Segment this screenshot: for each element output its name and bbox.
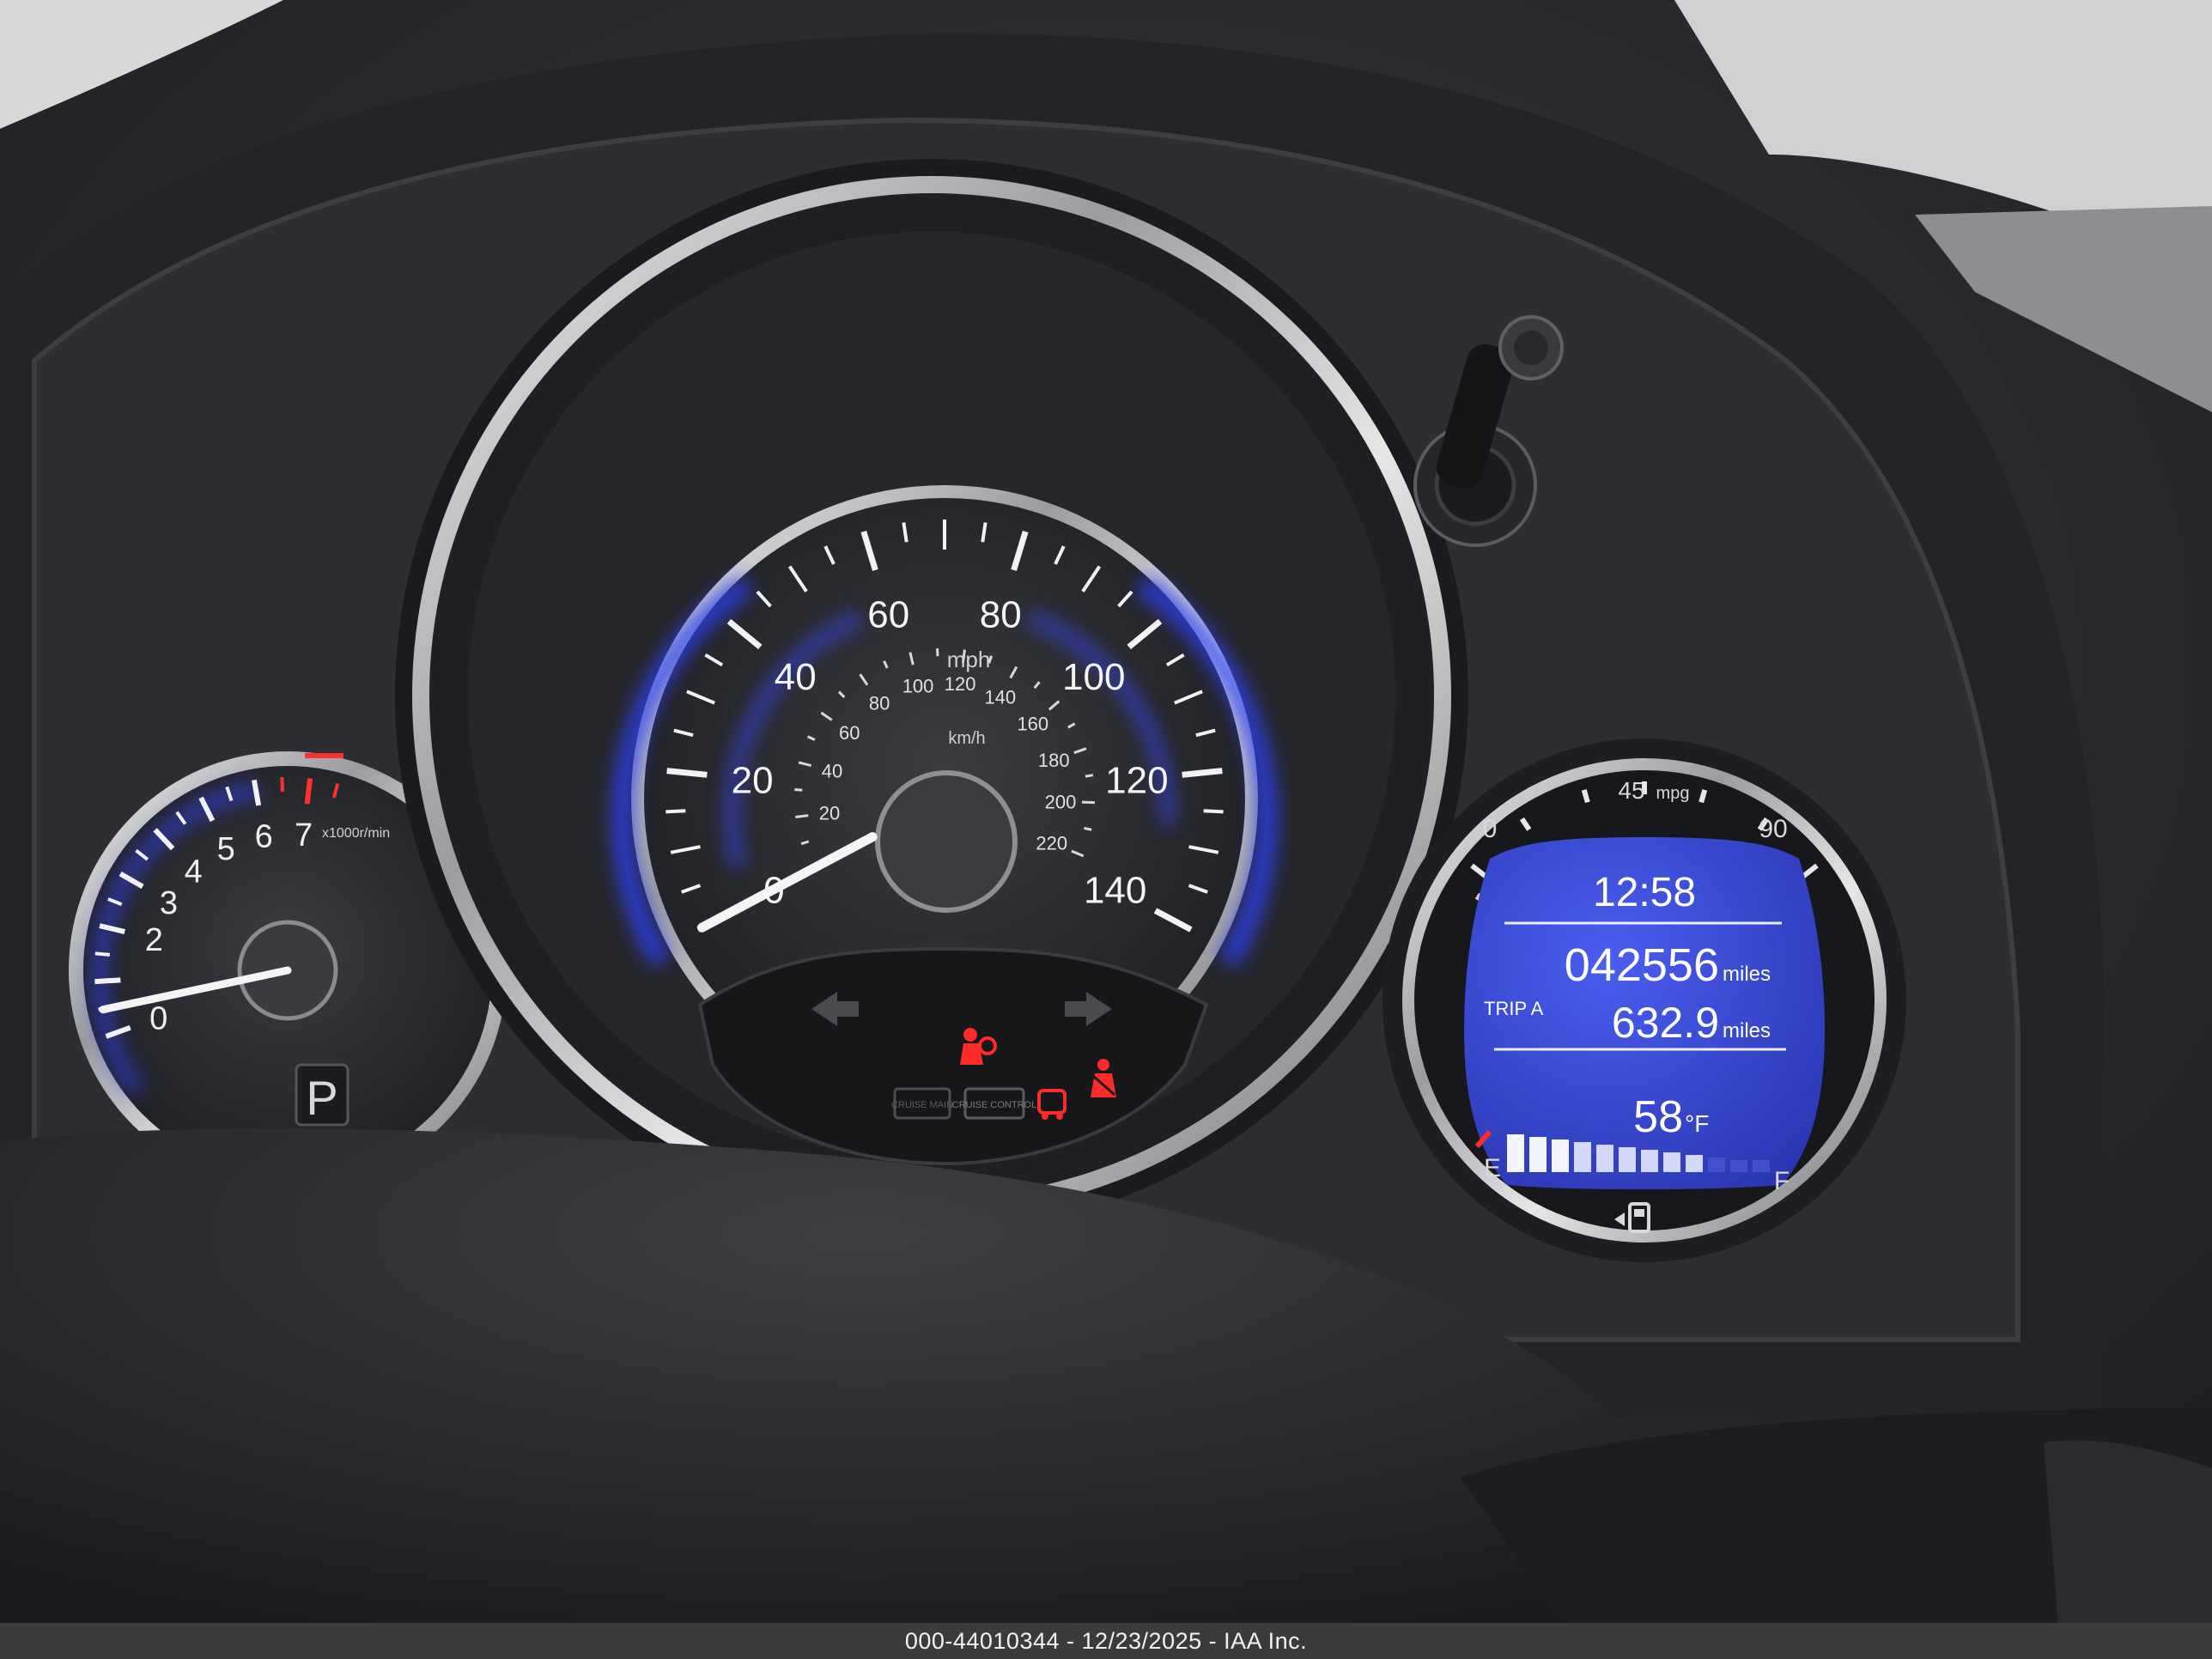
mph-label: 140: [1084, 870, 1146, 912]
trip-label: TRIP A: [1484, 998, 1544, 1019]
gear-position: P: [306, 1071, 337, 1125]
fuel-bar-segment: [1753, 1160, 1770, 1172]
fuel-empty-label: E: [1484, 1154, 1501, 1182]
fuel-full-label: F: [1774, 1167, 1790, 1195]
tachometer-unit: x1000r/min: [322, 826, 390, 841]
mpg-min-label: 0: [1483, 815, 1498, 843]
tachometer-label: 0: [149, 1001, 167, 1037]
trip-value: 632.9: [1612, 999, 1719, 1047]
kmh-label: 40: [822, 761, 842, 782]
speedometer-unit-kmh: km/h: [948, 729, 985, 748]
fuel-bar-segment: [1574, 1142, 1591, 1172]
speedometer: 020406080100120140 204060801001201401601…: [395, 159, 1468, 1232]
cruise-main-text: CRUISE MAIN: [891, 1100, 953, 1110]
kmh-tick: [795, 814, 809, 818]
kmh-label: 180: [1038, 750, 1070, 771]
instrument-cluster-photo: 0234567 x1000r/min P 020406080100120140 …: [0, 0, 2212, 1659]
tachometer-tick: [94, 951, 110, 957]
fuel-bar-segment: [1686, 1155, 1703, 1172]
mpg-unit: mpg: [1656, 784, 1690, 803]
tachometer-label: 4: [185, 854, 203, 890]
image-caption: 000-44010344 - 12/23/2025 - IAA Inc.: [0, 1623, 2212, 1659]
kmh-label: 60: [839, 722, 860, 744]
mph-label: 120: [1105, 760, 1168, 802]
mph-tick: [1182, 768, 1223, 778]
fuel-bar-segment: [1619, 1147, 1636, 1172]
mph-label: 100: [1062, 656, 1125, 698]
tachometer-label: 7: [295, 817, 313, 854]
mph-label: 20: [732, 760, 774, 802]
kmh-label: 140: [984, 687, 1016, 708]
kmh-label: 160: [1017, 714, 1048, 735]
mph-label: 80: [980, 594, 1022, 636]
trip-unit: miles: [1723, 1019, 1771, 1042]
kmh-tick: [1085, 774, 1094, 778]
clock-text: 12:58: [1593, 870, 1696, 915]
fuel-bar-segment: [1730, 1160, 1747, 1172]
mpg-max-label: 90: [1759, 815, 1787, 843]
fuel-bar-segment: [1663, 1152, 1680, 1172]
tachometer-tick: [304, 778, 313, 805]
odometer-unit: miles: [1723, 963, 1771, 986]
cruise-control-text: CRUISE CONTROL: [952, 1100, 1036, 1110]
mpg-tick: [1581, 789, 1590, 804]
fuel-bar-segment: [1596, 1145, 1613, 1172]
kmh-label: 120: [945, 673, 976, 695]
mph-label: 40: [775, 656, 817, 698]
kmh-label: 200: [1045, 792, 1077, 813]
tachometer-tick: [94, 977, 121, 985]
kmh-label: 220: [1036, 833, 1067, 854]
tachometer-label: 3: [160, 885, 178, 921]
fuel-bar-segment: [1708, 1158, 1725, 1172]
tachometer-label: 5: [217, 831, 235, 867]
kmh-tick: [1084, 826, 1092, 831]
kmh-label: 20: [819, 803, 840, 824]
fuel-bar-segment: [1529, 1137, 1547, 1172]
mpg-mid-label: 45: [1618, 777, 1644, 804]
fuel-bar-segment: [1552, 1139, 1569, 1172]
mpg-tick: [1698, 789, 1708, 804]
speedometer-hub: [875, 770, 1018, 913]
temperature-unit: °F: [1685, 1110, 1709, 1137]
kmh-label: 80: [869, 692, 890, 714]
kmh-label: 100: [902, 676, 934, 697]
tachometer-label: 6: [255, 818, 273, 854]
odometer-value: 042556: [1565, 939, 1719, 991]
kmh-tick: [794, 788, 803, 792]
tachometer-label: 2: [145, 922, 163, 958]
fuel-bar-segment: [1641, 1150, 1658, 1172]
speedometer-unit-mph: mph: [947, 647, 991, 672]
mph-tick: [666, 768, 708, 778]
temperature-value: 58: [1633, 1092, 1683, 1142]
mph-label: 60: [867, 594, 909, 636]
multi-info-gauge: 0 45 mpg 90 12:58 042556 miles TRIP A 63…: [1382, 738, 1906, 1262]
fuel-bar-segment: [1507, 1134, 1524, 1172]
